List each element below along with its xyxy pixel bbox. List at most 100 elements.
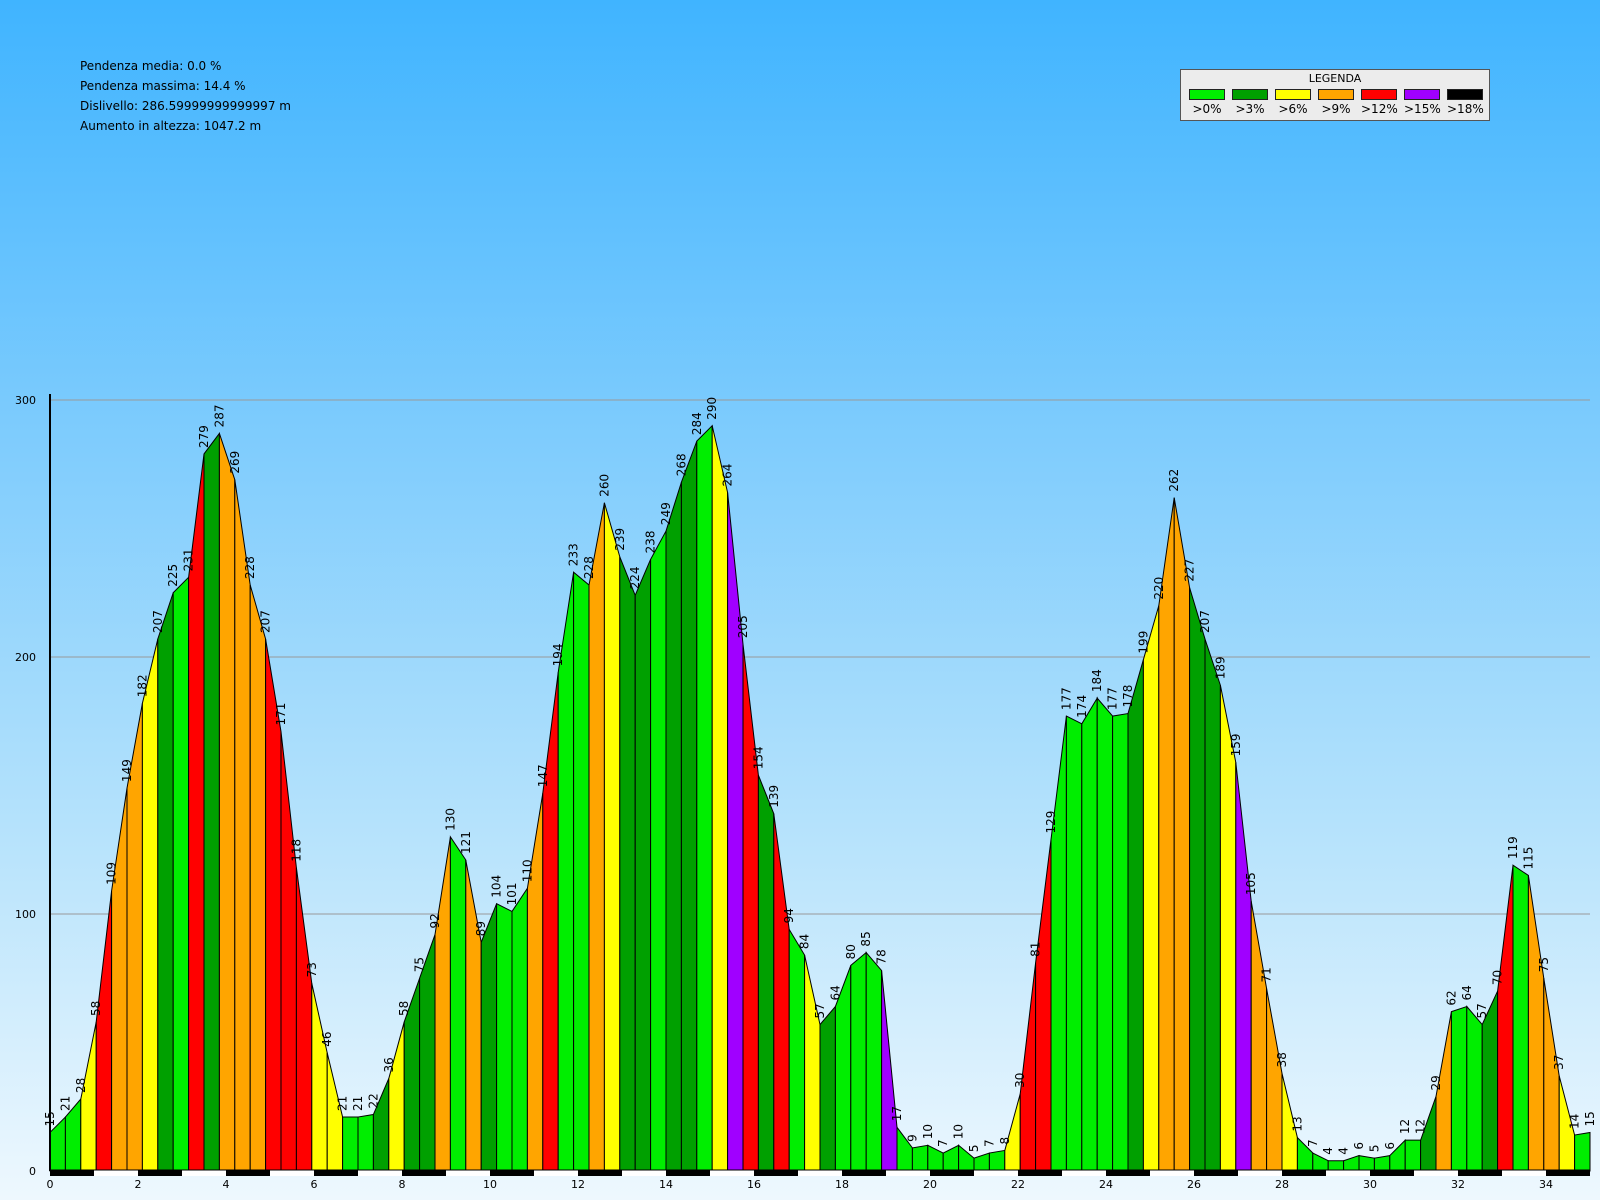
profile-segment <box>665 482 682 1172</box>
elevation-label: 58 <box>89 1001 103 1016</box>
profile-segment <box>157 592 174 1172</box>
elevation-label: 28 <box>74 1078 88 1093</box>
profile-segment <box>311 983 328 1172</box>
km-bar-segment <box>1458 1170 1502 1176</box>
profile-segment <box>973 1152 990 1172</box>
elevation-label: 14 <box>1568 1114 1582 1129</box>
elevation-label: 29 <box>1429 1075 1443 1090</box>
profile-segment <box>1081 696 1098 1172</box>
profile-segment <box>1266 988 1283 1172</box>
km-bar-segment <box>446 1170 490 1176</box>
profile-segment <box>1189 587 1206 1172</box>
profile-segment <box>388 1021 405 1172</box>
elevation-profile-chart: 0100200300152128581091491822072252312792… <box>15 394 1597 1191</box>
km-bar-segment <box>402 1170 446 1176</box>
profile-segment <box>1527 875 1545 1172</box>
elevation-label: 64 <box>1460 985 1474 1000</box>
profile-segment <box>141 638 159 1172</box>
elevation-label: 38 <box>1275 1052 1289 1067</box>
km-bar-segment <box>490 1170 534 1176</box>
profile-segment <box>680 440 698 1172</box>
elevation-label: 8 <box>998 1137 1012 1145</box>
profile-segment <box>1373 1154 1391 1172</box>
x-tick-label: 28 <box>1275 1178 1289 1191</box>
x-tick-label: 34 <box>1539 1178 1553 1191</box>
elevation-label: 22 <box>366 1093 380 1108</box>
profile-segment <box>911 1144 929 1172</box>
profile-segment <box>1096 696 1114 1172</box>
profile-segment <box>804 955 821 1172</box>
elevation-label: 81 <box>1029 942 1043 957</box>
elevation-label: 6 <box>1352 1142 1366 1150</box>
elevation-label: 10 <box>952 1124 966 1139</box>
elevation-label: 15 <box>1583 1111 1597 1126</box>
km-bar-segment <box>754 1170 798 1176</box>
profile-segment <box>696 424 713 1172</box>
km-bar-segment <box>534 1170 578 1176</box>
elevation-label: 30 <box>1013 1073 1027 1088</box>
profile-segment <box>850 951 867 1172</box>
elevation-label: 189 <box>1213 656 1227 679</box>
profile-segment <box>1250 901 1268 1172</box>
elevation-label: 12 <box>1414 1119 1428 1134</box>
y-tick-label: 100 <box>15 908 36 921</box>
km-bar-segment <box>798 1170 842 1176</box>
elevation-label: 207 <box>259 610 273 633</box>
profile-segment <box>788 927 806 1172</box>
elevation-label: 121 <box>459 831 473 854</box>
elevation-label: 57 <box>813 1003 827 1018</box>
km-bar-segment <box>974 1170 1018 1176</box>
x-tick-label: 0 <box>47 1178 54 1191</box>
profile-segment <box>988 1149 1006 1172</box>
profile-segment <box>1450 1005 1468 1172</box>
profile-segment <box>1497 865 1514 1172</box>
x-tick-label: 22 <box>1011 1178 1025 1191</box>
profile-segment <box>295 867 313 1172</box>
elevation-label: 177 <box>1106 687 1120 710</box>
profile-segment <box>742 644 759 1172</box>
elevation-label: 6 <box>1383 1142 1397 1150</box>
elevation-label: 174 <box>1075 695 1089 718</box>
elevation-label: 46 <box>320 1031 334 1046</box>
elevation-label: 147 <box>536 764 550 787</box>
profile-segment <box>773 813 790 1172</box>
elevation-label: 4 <box>1321 1147 1335 1155</box>
profile-segment <box>203 431 220 1172</box>
profile-segment <box>1466 1005 1483 1172</box>
km-bar-segment <box>1018 1170 1062 1176</box>
elevation-label: 105 <box>1244 872 1258 895</box>
elevation-label: 10 <box>921 1124 935 1139</box>
profile-segment <box>1019 962 1037 1172</box>
elevation-label: 21 <box>351 1096 365 1111</box>
profile-segment <box>1343 1154 1360 1172</box>
elevation-label: 262 <box>1167 469 1181 492</box>
profile-segment <box>1004 1093 1021 1172</box>
profile-segment <box>1065 715 1083 1172</box>
elevation-label: 228 <box>582 556 596 579</box>
profile-segment <box>111 787 128 1172</box>
elevation-label: 13 <box>1290 1116 1304 1131</box>
x-tick-label: 24 <box>1099 1178 1113 1191</box>
elevation-label: 279 <box>197 425 211 448</box>
profile-segment <box>434 836 451 1172</box>
profile-segment <box>542 672 559 1172</box>
elevation-label: 207 <box>151 610 165 633</box>
profile-segment <box>573 571 590 1172</box>
elevation-label: 178 <box>1121 685 1135 708</box>
profile-segment <box>280 731 297 1172</box>
elevation-label: 184 <box>1090 669 1104 692</box>
profile-segment <box>1358 1154 1375 1172</box>
profile-segment <box>757 775 775 1172</box>
elevation-label: 37 <box>1552 1055 1566 1070</box>
km-bar-segment <box>1370 1170 1414 1176</box>
elevation-label: 228 <box>243 556 257 579</box>
elevation-label: 139 <box>767 785 781 808</box>
elevation-label: 284 <box>690 412 704 435</box>
elevation-label: 231 <box>182 548 196 571</box>
elevation-label: 110 <box>520 859 534 882</box>
km-bar-segment <box>1150 1170 1194 1176</box>
profile-segment <box>1112 712 1129 1172</box>
elevation-label: 7 <box>936 1139 950 1147</box>
profile-segment <box>896 1125 913 1172</box>
km-bar-segment <box>358 1170 402 1176</box>
